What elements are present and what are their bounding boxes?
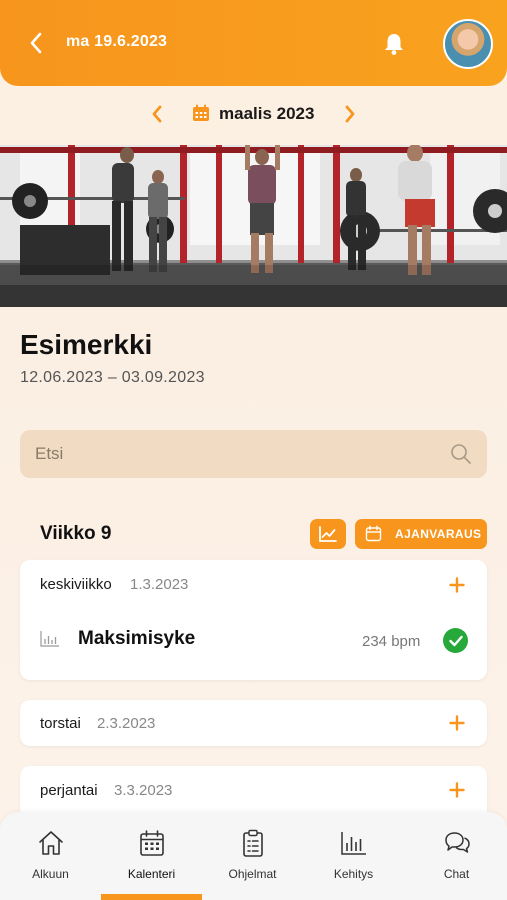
plus-icon bbox=[449, 577, 465, 593]
month-label: maalis 2023 bbox=[219, 104, 315, 123]
next-month-button[interactable] bbox=[339, 102, 361, 126]
day-card: torstai 2.3.2023 bbox=[20, 700, 487, 746]
day-date: 1.3.2023 bbox=[130, 576, 189, 593]
nav-label: Kehitys bbox=[333, 867, 374, 881]
nav-item-ohjelmat[interactable]: Ohjelmat bbox=[202, 812, 303, 900]
program-title: Esimerkki bbox=[20, 329, 153, 360]
bottom-navigation: Alkuun Kalenteri Ohjelmat Kehitys Chat bbox=[0, 812, 507, 900]
previous-month-button[interactable] bbox=[146, 102, 168, 126]
search-input[interactable] bbox=[20, 430, 487, 478]
progress-chart-button[interactable] bbox=[310, 519, 346, 549]
booking-button-label: AJANVARAUS bbox=[395, 527, 482, 541]
checkmark-icon bbox=[448, 635, 463, 646]
bar-chart-icon bbox=[40, 631, 59, 647]
current-date: ma 19.6.2023 bbox=[66, 33, 168, 50]
nav-item-alkuun[interactable]: Alkuun bbox=[0, 812, 101, 900]
gym-photo bbox=[0, 145, 507, 307]
booking-button[interactable]: AJANVARAUS bbox=[355, 519, 487, 549]
calendar-icon bbox=[365, 525, 382, 542]
trend-chart-icon bbox=[319, 526, 337, 542]
nav-item-kehitys[interactable]: Kehitys bbox=[303, 812, 404, 900]
nav-label: Alkuun bbox=[32, 867, 69, 881]
nav-label: Chat bbox=[443, 867, 470, 881]
chevron-left-icon bbox=[152, 105, 162, 123]
search-bar bbox=[20, 430, 487, 478]
avatar[interactable] bbox=[443, 19, 493, 69]
nav-item-kalenteri[interactable]: Kalenteri bbox=[101, 812, 202, 900]
month-navigation: maalis 2023 bbox=[0, 98, 507, 130]
back-button[interactable] bbox=[22, 28, 50, 58]
nav-label: Ohjelmat bbox=[228, 867, 277, 881]
top-bar: ma 19.6.2023 bbox=[0, 0, 507, 86]
nav-label: Kalenteri bbox=[127, 867, 176, 881]
day-name: torstai bbox=[40, 715, 81, 732]
add-exercise-button[interactable] bbox=[445, 778, 469, 802]
day-name: keskiviikko bbox=[40, 576, 112, 593]
calendar-icon bbox=[140, 830, 164, 856]
active-tab-indicator bbox=[101, 894, 202, 900]
plus-icon bbox=[449, 715, 465, 731]
day-card: keskiviikko 1.3.2023 Maksimisyke 234 bpm bbox=[20, 560, 487, 680]
day-name: perjantai bbox=[40, 782, 98, 799]
week-title: Viikko 9 bbox=[40, 523, 112, 544]
program-date-range: 12.06.2023 – 03.09.2023 bbox=[20, 369, 205, 386]
day-date: 3.3.2023 bbox=[114, 782, 173, 799]
plus-icon bbox=[449, 782, 465, 798]
exercise-name[interactable]: Maksimisyke bbox=[78, 628, 195, 650]
exercise-value: 234 bpm bbox=[362, 633, 421, 650]
completed-check bbox=[443, 628, 468, 653]
search-icon[interactable] bbox=[449, 442, 473, 466]
home-icon bbox=[39, 831, 63, 855]
bar-chart-icon bbox=[341, 832, 366, 855]
chat-icon bbox=[445, 832, 470, 853]
chevron-right-icon bbox=[345, 105, 355, 123]
nav-item-chat[interactable]: Chat bbox=[406, 812, 507, 900]
bell-icon bbox=[385, 34, 403, 55]
day-date: 2.3.2023 bbox=[97, 715, 156, 732]
clipboard-icon bbox=[243, 829, 263, 857]
chevron-left-icon bbox=[30, 32, 42, 54]
add-exercise-button[interactable] bbox=[445, 573, 469, 597]
notifications-button[interactable] bbox=[380, 30, 408, 58]
program-hero-image bbox=[0, 145, 507, 307]
add-exercise-button[interactable] bbox=[445, 711, 469, 735]
calendar-icon bbox=[193, 104, 209, 121]
